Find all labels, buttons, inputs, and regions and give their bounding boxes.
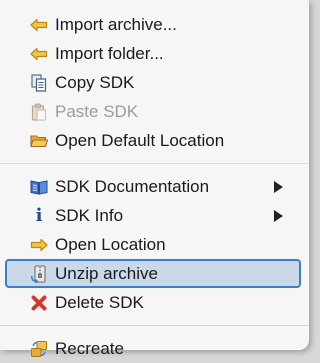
menu-separator <box>0 163 309 164</box>
menu-item-label: Import folder... <box>55 43 164 63</box>
menu-item-copy-sdk[interactable]: Copy SDK <box>0 68 309 97</box>
submenu-arrow-icon <box>274 209 283 222</box>
menu-item-import-folder[interactable]: Import folder... <box>0 39 309 68</box>
location-arrow-icon <box>30 236 48 254</box>
recreate-icon <box>30 340 48 358</box>
paste-icon <box>30 103 48 121</box>
folder-icon <box>30 132 48 150</box>
menu-item-label: Copy SDK <box>55 72 135 92</box>
menu-item-unzip-archive[interactable]: Unzip archive <box>5 259 301 288</box>
info-icon: i <box>35 204 43 226</box>
context-menu: Import archive... Import folder... Copy … <box>0 0 309 358</box>
menu-item-delete-sdk[interactable]: Delete SDK <box>0 288 309 317</box>
import-arrow-icon <box>30 16 48 34</box>
menu-item-sdk-info[interactable]: i SDK Info <box>0 201 309 230</box>
submenu-arrow-icon <box>274 180 283 193</box>
menu-item-label: Open Default Location <box>55 130 225 150</box>
menu-item-sdk-documentation[interactable]: SDK Documentation <box>0 172 309 201</box>
menu-item-recreate[interactable]: Recreate <box>0 334 309 363</box>
menu-item-open-default-location[interactable]: Open Default Location <box>0 126 309 155</box>
menu-item-label: Import archive... <box>55 14 177 34</box>
menu-item-paste-sdk: Paste SDK <box>0 97 309 126</box>
book-icon <box>30 178 48 196</box>
menu-separator <box>0 325 309 326</box>
copy-icon <box>30 73 48 92</box>
menu-item-label: Unzip archive <box>55 263 158 283</box>
menu-item-open-location[interactable]: Open Location <box>0 230 309 259</box>
delete-x-icon <box>30 294 48 312</box>
menu-item-label: SDK Documentation <box>55 176 210 196</box>
menu-item-import-archive[interactable]: Import archive... <box>0 10 309 39</box>
menu-item-label: Paste SDK <box>55 101 139 121</box>
unzip-icon <box>30 264 48 283</box>
menu-item-label: Open Location <box>55 234 166 254</box>
import-arrow-icon <box>30 45 48 63</box>
menu-item-label: Delete SDK <box>55 292 144 312</box>
menu-item-label: SDK Info <box>55 205 124 225</box>
